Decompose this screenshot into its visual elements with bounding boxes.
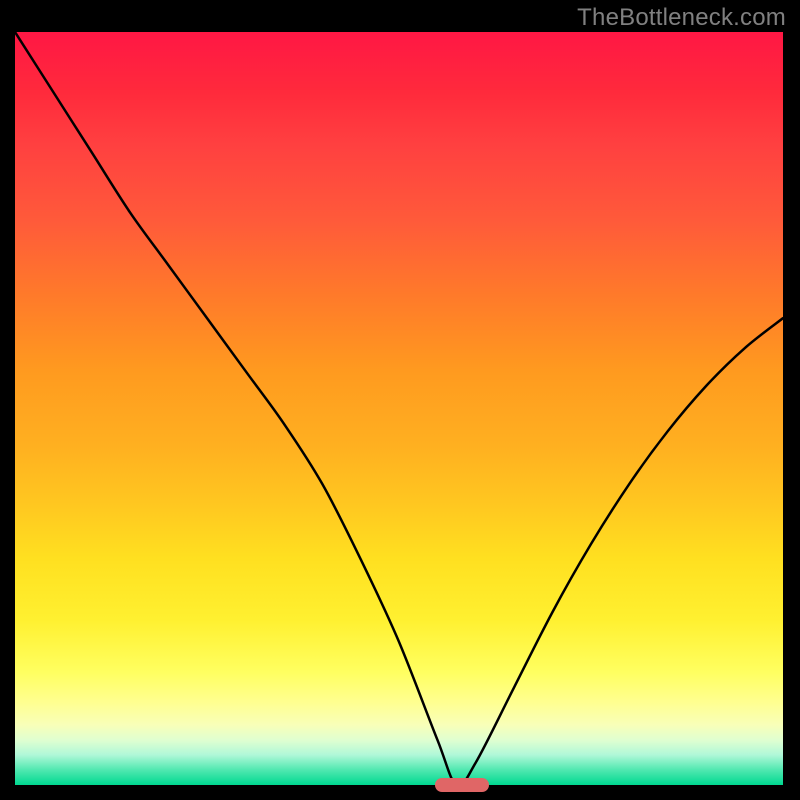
bottleneck-curve (15, 32, 783, 785)
watermark-text: TheBottleneck.com (577, 4, 786, 32)
optimal-zone-marker (435, 778, 489, 792)
plot-area (15, 30, 785, 785)
chart-container: TheBottleneck.com (0, 0, 800, 800)
